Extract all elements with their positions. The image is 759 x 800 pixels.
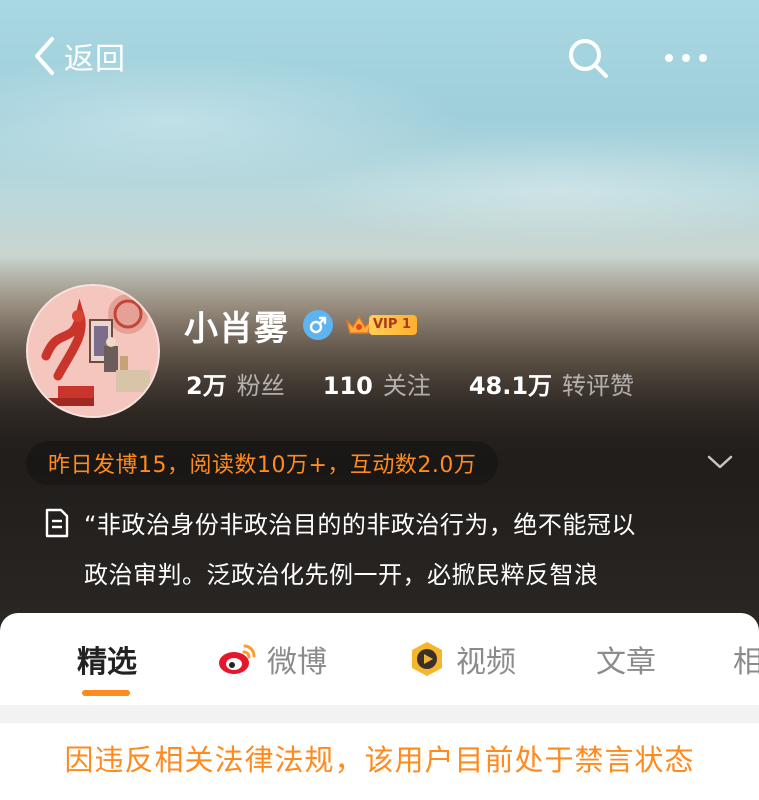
tab-video[interactable]: 视频 — [408, 637, 516, 681]
back-label: 返回 — [64, 42, 126, 77]
document-icon — [45, 508, 69, 538]
male-gender-icon — [303, 310, 333, 340]
stat-following[interactable]: 110 关注 — [323, 366, 431, 401]
profile-name: 小肖雾 — [184, 308, 289, 349]
weibo-icon — [219, 644, 256, 674]
tab-label: 微博 — [267, 645, 327, 680]
stat-value: 110 — [322, 372, 373, 400]
tab-label: 相 — [733, 645, 759, 680]
tab-weibo[interactable]: 微博 — [217, 637, 327, 681]
bio-line: 政治审判。泛政治化先例一开，必掀民粹反智浪 — [84, 561, 599, 589]
active-tab-indicator — [82, 690, 130, 696]
back-chevron-icon — [35, 37, 54, 75]
tab-albums[interactable]: 相 — [733, 637, 759, 681]
stat-label: 关注 — [382, 372, 431, 400]
back-button[interactable]: 返回 — [32, 34, 126, 78]
chevron-down-icon[interactable] — [706, 450, 734, 474]
tab-bar: 精选 微博 视频 文章 相 — [0, 613, 759, 705]
name-row: 小肖雾 VIP 1 — [184, 300, 417, 350]
search-icon[interactable] — [566, 36, 610, 80]
content-panel: 精选 微博 视频 文章 相 因违反相关法律法规，该用户目前处于禁言状态 — [0, 613, 759, 800]
vip-label: VIP 1 — [369, 315, 417, 335]
tab-label: 精选 — [77, 645, 137, 680]
stats-row: 2万 粉丝 110 关注 48.1万 转评赞 — [186, 366, 634, 400]
tab-label: 文章 — [596, 645, 656, 680]
tab-featured[interactable]: 精选 — [77, 637, 137, 681]
ban-notice: 因违反相关法律法规，该用户目前处于禁言状态 — [64, 743, 695, 777]
divider — [0, 705, 759, 723]
daily-summary-text: 昨日发博15，阅读数10万+，互动数2.0万 — [48, 453, 477, 478]
stat-value: 48.1万 — [468, 372, 553, 400]
stat-value: 2万 — [186, 372, 227, 400]
stat-label: 粉丝 — [236, 372, 285, 400]
daily-summary-pill[interactable]: 昨日发博15，阅读数10万+，互动数2.0万 — [26, 441, 499, 485]
video-icon — [412, 642, 442, 676]
stat-fans[interactable]: 2万 粉丝 — [186, 366, 285, 401]
bio-line: “非政治身份非政治目的的非政治行为，绝不能冠以 — [84, 511, 636, 539]
tab-label: 视频 — [456, 645, 516, 680]
top-bar: 返回 — [0, 0, 759, 110]
stat-engagement[interactable]: 48.1万 转评赞 — [469, 366, 634, 401]
more-dots-icon[interactable] — [661, 36, 711, 80]
avatar-illustration — [28, 286, 158, 416]
vip-badge[interactable]: VIP 1 — [345, 313, 417, 337]
tab-articles[interactable]: 文章 — [596, 637, 656, 681]
avatar[interactable] — [26, 284, 160, 418]
profile-bio[interactable]: “非政治身份非政治目的的非政治行为，绝不能冠以 政治审判。泛政治化先例一开，必掀… — [84, 500, 704, 600]
stat-label: 转评赞 — [562, 372, 635, 400]
